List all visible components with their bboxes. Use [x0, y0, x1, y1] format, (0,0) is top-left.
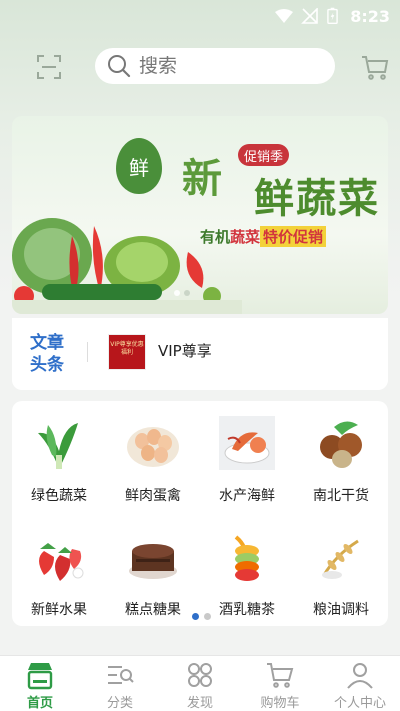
seafood-icon [219, 416, 275, 470]
nuts-icon [320, 421, 362, 468]
category-item[interactable]: 南北干货 [296, 415, 386, 505]
search-input[interactable] [139, 55, 319, 77]
bottom-tab-bar: 首页 分类 发现 购物车 个人中心 [0, 655, 400, 711]
category-label: 南北干货 [313, 488, 369, 504]
subtitle-sale-tag: 特价促销 [260, 226, 327, 247]
eggs-icon [127, 427, 179, 467]
category-list-icon [108, 666, 134, 684]
battery-charging-icon [327, 7, 338, 25]
category-label: 新鲜水果 [31, 602, 87, 618]
grain-icon [322, 539, 359, 579]
category-label: 糕点糖果 [125, 602, 181, 618]
tab-label: 首页 [26, 696, 53, 711]
discover-icon [188, 663, 212, 687]
banner-pager-dot [184, 290, 190, 296]
banner-title-line2: 鲜蔬菜 [254, 176, 380, 222]
tab-label: 个人中心 [333, 696, 386, 711]
leafy-greens-icon [38, 423, 78, 469]
fresh-logo: 鲜 [116, 138, 162, 194]
tab-label: 发现 [186, 696, 213, 711]
tab-label: 分类 [106, 696, 133, 711]
wifi-icon [275, 9, 294, 23]
article-headline-label: 文章头条 [30, 333, 64, 375]
category-item[interactable]: 水产海鲜 [202, 415, 292, 505]
category-item[interactable]: 粮油调料 [296, 529, 386, 619]
category-pager [192, 613, 211, 620]
promo-banner[interactable]: 鲜 新 促销季 鲜蔬菜 有机 蔬菜 特价促销 [12, 116, 388, 314]
divider [87, 342, 88, 362]
scan-icon[interactable] [34, 52, 64, 82]
category-label: 粮油调料 [313, 602, 369, 618]
no-signal-icon [301, 8, 319, 24]
vip-thumbnail[interactable]: VIP尊享优惠福利 [108, 334, 146, 370]
tab-label: 购物车 [260, 696, 300, 711]
tab-home[interactable]: 首页 [0, 656, 80, 711]
category-item[interactable]: 新鲜水果 [14, 529, 104, 619]
banner-pager-dot [174, 290, 180, 296]
cart-icon [267, 663, 294, 688]
juice-icon [234, 535, 259, 581]
category-pager-dot [204, 613, 211, 620]
user-icon [347, 663, 373, 689]
tab-discover[interactable]: 发现 [160, 656, 240, 711]
tab-profile[interactable]: 个人中心 [320, 656, 400, 711]
category-item[interactable]: 绿色蔬菜 [14, 415, 104, 505]
category-grid: 绿色蔬菜 鲜肉蛋禽 水产海鲜 南北干货 新鲜水果 糕点糖果 酒乳糖茶 粮油调料 [12, 401, 388, 626]
home-store-icon [27, 663, 53, 690]
tab-category[interactable]: 分类 [80, 656, 160, 711]
category-pager-dot [192, 613, 199, 620]
category-item[interactable]: 糕点糖果 [108, 529, 198, 619]
status-bar: 8:23 [0, 0, 400, 32]
cake-icon [129, 544, 177, 579]
article-headline-card[interactable]: 文章头条 VIP尊享优惠福利 VIP尊享 [12, 318, 388, 390]
vegetables-illustration [12, 218, 242, 314]
clock: 8:23 [350, 6, 390, 26]
strawberry-icon [39, 543, 84, 581]
header-cart-icon[interactable] [360, 53, 390, 81]
category-label: 酒乳糖茶 [219, 602, 275, 618]
tab-cart[interactable]: 购物车 [240, 656, 320, 711]
category-item[interactable]: 鲜肉蛋禽 [108, 415, 198, 505]
category-item[interactable]: 酒乳糖茶 [202, 529, 292, 619]
search-icon [108, 55, 131, 78]
category-label: 水产海鲜 [219, 488, 275, 504]
promo-season-badge: 促销季 [238, 144, 290, 166]
search-bar[interactable] [95, 48, 335, 84]
article-title[interactable]: VIP尊享 [158, 340, 212, 361]
category-label: 鲜肉蛋禽 [125, 488, 181, 504]
category-label: 绿色蔬菜 [31, 488, 87, 504]
banner-pager [174, 290, 190, 296]
top-header [0, 44, 400, 88]
